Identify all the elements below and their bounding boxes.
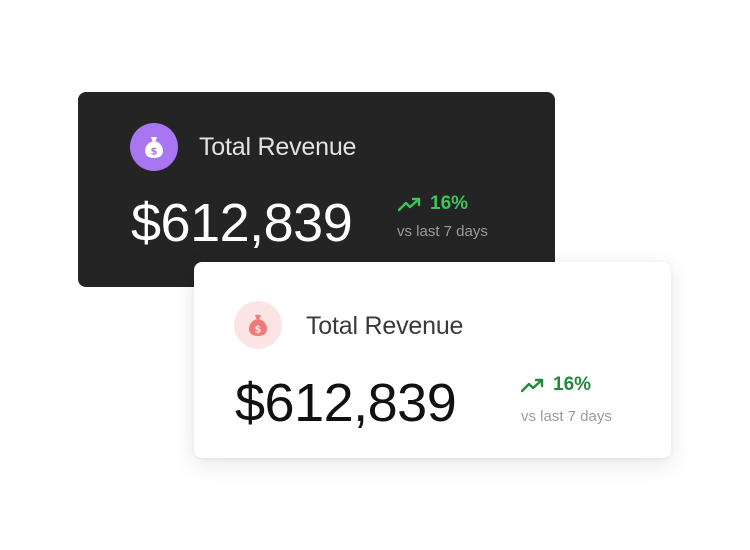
change-percent: 16%	[553, 374, 592, 395]
revenue-amount: $612,839	[131, 193, 353, 253]
svg-text:$: $	[151, 147, 158, 158]
comparison-period: vs last 7 days	[521, 408, 612, 425]
change-indicator: 16%	[521, 374, 591, 396]
card-title: Total Revenue	[306, 312, 464, 340]
trend-up-icon	[521, 378, 544, 393]
change-percent: 16%	[430, 193, 469, 214]
revenue-card-dark: $ Total Revenue $612,839 16% vs last 7 d…	[78, 92, 555, 287]
svg-text:$: $	[255, 325, 262, 336]
change-indicator: 16%	[398, 193, 468, 215]
comparison-period: vs last 7 days	[397, 223, 488, 240]
money-bag-icon: $	[130, 123, 178, 171]
revenue-card-light: $ Total Revenue $612,839 16% vs last 7 d…	[194, 262, 671, 458]
card-title: Total Revenue	[199, 133, 357, 161]
revenue-amount: $612,839	[235, 373, 457, 433]
money-bag-icon: $	[234, 301, 282, 349]
trend-up-icon	[398, 197, 421, 212]
